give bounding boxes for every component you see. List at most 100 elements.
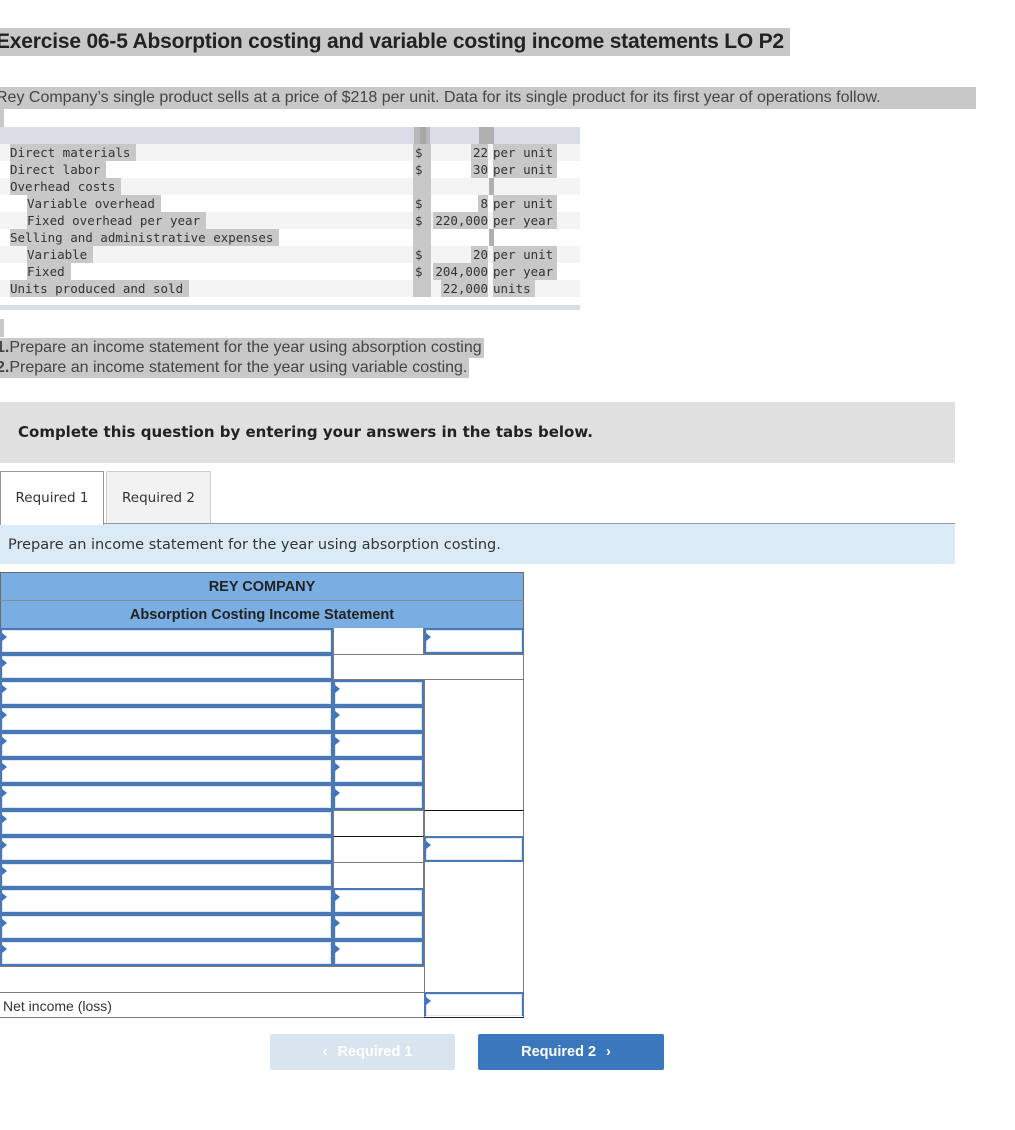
amount-input[interactable] (333, 732, 424, 758)
statement-row (0, 758, 524, 784)
chevron-left-icon: ‹ (322, 1044, 328, 1060)
requirement-number: 2. (0, 359, 10, 376)
prev-button-label: Required 1 (337, 1044, 413, 1060)
tab-prompt: Prepare an income statement for the year… (0, 524, 955, 564)
company-name-header: REY COMPANY (0, 572, 524, 600)
given-data-row: Selling and administrative expenses (0, 229, 580, 246)
dollar-sign (413, 280, 431, 297)
requirement-2: 2. Prepare an income statement for the y… (0, 358, 470, 378)
line-item-dropdown[interactable] (0, 810, 333, 836)
next-button-label: Required 2 (521, 1044, 597, 1060)
given-label: Selling and administrative expenses (10, 229, 280, 246)
empty-cell (424, 706, 524, 732)
empty-cell (424, 758, 524, 784)
exercise-title: Exercise 06-5 Absorption costing and var… (0, 28, 790, 56)
total-input[interactable] (424, 628, 524, 654)
given-amount: 204,000 (433, 263, 488, 280)
given-label: Variable overhead (27, 195, 161, 212)
statement-row (0, 654, 524, 680)
amount-input[interactable] (333, 784, 424, 810)
statement-row (0, 888, 524, 914)
line-item-dropdown[interactable] (0, 914, 333, 940)
requirement-number: 1. (0, 339, 10, 356)
empty-cell (424, 914, 524, 940)
statement-row (0, 940, 524, 966)
given-label: Overhead costs (10, 178, 122, 195)
amount-input[interactable] (333, 706, 424, 732)
given-amount: 220,000 (433, 212, 488, 229)
line-item-dropdown[interactable] (0, 628, 333, 654)
given-data-table: Direct materials $22 per unit Direct labor $… (0, 127, 580, 310)
statement-row (0, 706, 524, 732)
given-label: Direct labor (10, 161, 107, 178)
given-label: Variable (27, 246, 94, 263)
line-item-dropdown[interactable] (0, 836, 333, 862)
statement-row (0, 966, 524, 992)
statement-title-header: Absorption Costing Income Statement (0, 600, 524, 628)
statement-row (0, 628, 524, 654)
empty-cell (333, 810, 424, 836)
tab-required-2[interactable]: Required 2 (106, 471, 211, 524)
line-item-dropdown[interactable] (0, 940, 333, 966)
net-income-input[interactable] (424, 992, 524, 1018)
statement-row (0, 680, 524, 706)
line-item-dropdown[interactable] (0, 862, 333, 888)
given-label: Fixed (27, 263, 71, 280)
given-label: Fixed overhead per year (27, 212, 207, 229)
given-table-bottom-band (0, 305, 580, 310)
amount-input[interactable] (333, 680, 424, 706)
empty-cell (333, 654, 524, 680)
given-unit: per unit (493, 144, 558, 161)
given-data-row: Fixed $204,000 per year (0, 263, 580, 280)
empty-cell (333, 836, 424, 862)
given-data-row: Fixed overhead per year $220,000 per year (0, 212, 580, 229)
empty-cell (424, 966, 524, 992)
given-unit: per year (493, 263, 558, 280)
blank-cell (0, 966, 424, 992)
highlight-marker (0, 319, 4, 337)
given-label: Units produced and sold (10, 280, 190, 297)
requirements-list: 1. Prepare an income statement for the y… (0, 338, 484, 378)
intro-text: Rey Company’s single product sells at a … (0, 87, 976, 109)
empty-cell (424, 940, 524, 966)
line-item-dropdown[interactable] (0, 784, 333, 810)
net-income-label: Net income (loss) (0, 992, 424, 1018)
line-item-dropdown[interactable] (0, 654, 333, 680)
given-data-row: Direct materials $22 per unit (0, 144, 580, 161)
statement-row (0, 914, 524, 940)
dollar-sign: $ (413, 161, 431, 178)
tab-required-1[interactable]: Required 1 (0, 471, 104, 525)
amount-input[interactable] (333, 914, 424, 940)
given-amount: 8 (478, 195, 488, 212)
total-input[interactable] (424, 836, 524, 862)
given-unit: per unit (493, 246, 558, 263)
given-unit: units (493, 280, 535, 297)
prev-required-1-button[interactable]: ‹ Required 1 (270, 1034, 455, 1070)
income-statement-form: REY COMPANY Absorption Costing Income St… (0, 572, 524, 1018)
given-data-row: Overhead costs (0, 178, 580, 195)
next-required-2-button[interactable]: Required 2 › (478, 1034, 664, 1070)
dollar-sign: $ (413, 263, 431, 280)
empty-cell (333, 862, 424, 888)
dollar-sign: $ (413, 246, 431, 263)
dollar-sign: $ (413, 195, 431, 212)
amount-input[interactable] (333, 940, 424, 966)
dollar-sign: $ (413, 212, 431, 229)
line-item-dropdown[interactable] (0, 888, 333, 914)
given-amount: 20 (470, 246, 488, 263)
line-item-dropdown[interactable] (0, 758, 333, 784)
statement-row (0, 836, 524, 862)
line-item-dropdown[interactable] (0, 706, 333, 732)
highlight-marker (0, 109, 4, 127)
statement-row: Net income (loss) (0, 992, 524, 1018)
line-item-dropdown[interactable] (0, 680, 333, 706)
line-item-dropdown[interactable] (0, 732, 333, 758)
statement-row (0, 732, 524, 758)
column-separator (489, 229, 494, 246)
statement-row (0, 784, 524, 810)
requirement-text: Prepare an income statement for the year… (9, 339, 482, 356)
amount-input[interactable] (333, 758, 424, 784)
amount-input[interactable] (333, 888, 424, 914)
given-unit: per year (493, 212, 558, 229)
column-separator (489, 178, 494, 195)
